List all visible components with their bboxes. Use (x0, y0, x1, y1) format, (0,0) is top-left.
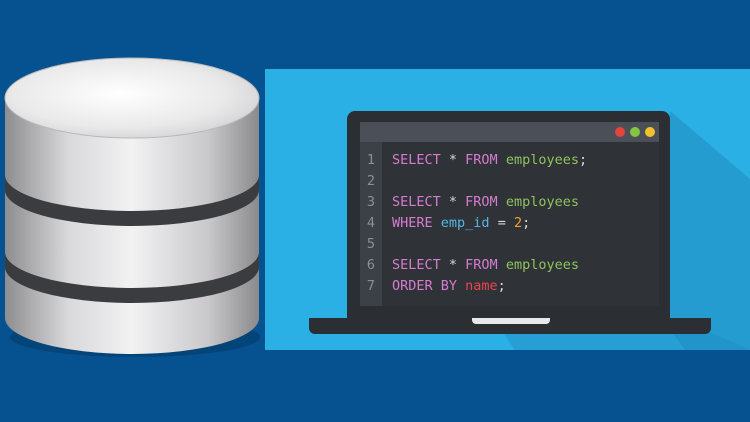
code-line: 3 SELECT * FROM employees (360, 192, 659, 212)
code-token: employees (505, 194, 579, 210)
code-text: SELECT * FROM employees (392, 192, 579, 212)
code-token: * (448, 257, 466, 273)
banner: 1 SELECT * FROM employees; 2 3 SELECT * FROM… (0, 0, 750, 422)
code-token: 2 (513, 215, 523, 231)
code-token: = (489, 215, 514, 231)
code-text: SELECT * FROM employees (392, 255, 579, 275)
code-text: ORDER BY name; (392, 276, 506, 296)
code-token: FROM (465, 257, 506, 273)
code-token: ; (522, 215, 531, 231)
code-line: 1 SELECT * FROM employees; (360, 150, 659, 170)
code-token: name (465, 278, 498, 294)
code-token: employees (505, 152, 579, 168)
code-token: employees (505, 257, 579, 273)
code-line: 4 WHERE emp_id = 2; (360, 213, 659, 233)
code-line: 7 ORDER BY name; (360, 276, 659, 296)
code-text: WHERE emp_id = 2; (392, 213, 530, 233)
code-line: 5 (360, 234, 659, 254)
code-line: 6 SELECT * FROM employees (360, 255, 659, 275)
maximize-dot-icon (630, 127, 640, 137)
code-token: ORDER BY (392, 278, 466, 294)
line-number: 7 (366, 278, 376, 294)
code-token: SELECT (392, 257, 449, 273)
code-editor: 1 SELECT * FROM employees; 2 3 SELECT * FROM… (360, 122, 659, 306)
line-number: 5 (366, 236, 376, 252)
code-line: 2 (360, 171, 659, 191)
minimize-dot-icon (645, 127, 655, 137)
line-number: 2 (366, 173, 376, 189)
laptop-notch (472, 318, 550, 324)
line-number: 3 (366, 194, 376, 210)
code-token: ; (497, 278, 506, 294)
code-token: emp_id (440, 215, 490, 231)
code-token: FROM (465, 152, 506, 168)
line-number: 6 (366, 257, 376, 273)
close-dot-icon (615, 127, 625, 137)
line-number: 1 (366, 152, 376, 168)
code-text: SELECT * FROM employees; (392, 150, 587, 170)
code-token: SELECT (392, 194, 449, 210)
line-number: 4 (366, 215, 376, 231)
code-token: * (448, 152, 466, 168)
code-token: FROM (465, 194, 506, 210)
code-token: WHERE (392, 215, 441, 231)
code-token: * (448, 194, 466, 210)
database-cylinder-icon (4, 57, 260, 357)
editor-titlebar (360, 122, 659, 142)
code-token: ; (578, 152, 588, 168)
code-token: SELECT (392, 152, 449, 168)
